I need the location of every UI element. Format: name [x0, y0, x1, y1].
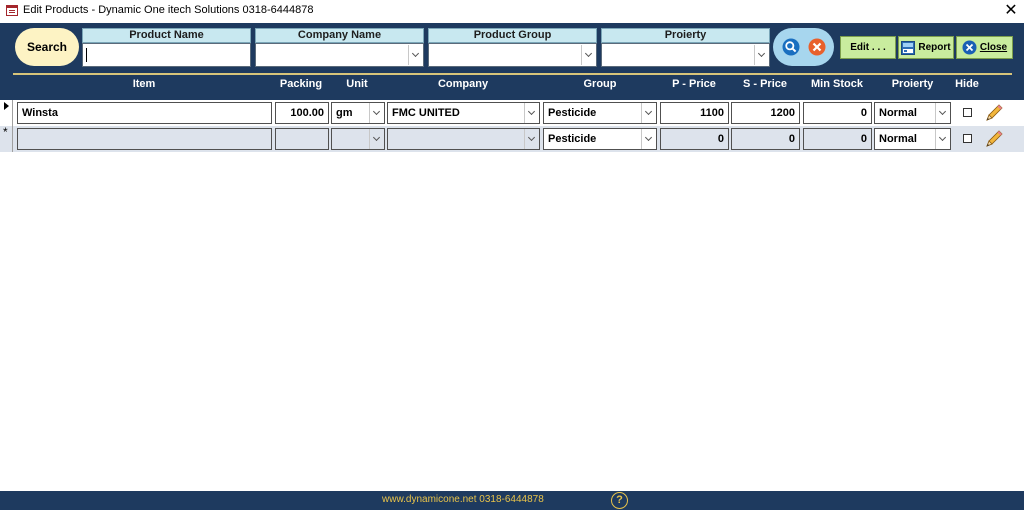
pencil-icon[interactable] [984, 129, 1004, 149]
priority-label: Proierty [601, 28, 770, 43]
window-title: Edit Products - Dynamic One itech Soluti… [23, 4, 314, 16]
company-name-combo[interactable] [255, 43, 424, 67]
report-icon [901, 40, 916, 55]
unit-combo[interactable] [331, 128, 385, 150]
unit-combo[interactable]: gm [331, 102, 385, 124]
pencil-icon[interactable] [984, 103, 1004, 123]
group-combo[interactable]: Pesticide [543, 102, 657, 124]
chevron-down-icon[interactable] [524, 103, 538, 123]
company-combo[interactable] [387, 128, 540, 150]
company-name-filter: Company Name [255, 28, 424, 68]
search-actions [773, 28, 834, 66]
product-group-filter: Product Group [428, 28, 597, 68]
s-price-cell[interactable]: 1200 [731, 102, 800, 124]
col-header-item: Item [132, 78, 156, 90]
priority-value: Normal [879, 133, 917, 145]
packing-cell[interactable] [275, 128, 329, 150]
s-price-cell[interactable]: 0 [731, 128, 800, 150]
group-value: Pesticide [548, 107, 597, 119]
chevron-down-icon[interactable] [641, 103, 655, 123]
p-price-cell[interactable]: 1100 [660, 102, 729, 124]
status-footer: www.dynamicone.net 0318-6444878 ? [0, 491, 1024, 510]
edit-button[interactable]: Edit . . . [840, 36, 896, 59]
form-icon [6, 5, 18, 16]
window-close-button[interactable]: ✕ [1002, 1, 1020, 21]
table-row: Winsta 100.00 gm FMC UNITED Pesticide 11… [0, 100, 1024, 126]
col-header-p-price: P - Price [672, 78, 716, 90]
col-header-hide: Hide [955, 78, 979, 90]
priority-combo[interactable]: Normal [874, 128, 951, 150]
min-stock-cell[interactable]: 0 [803, 128, 872, 150]
item-cell[interactable]: Winsta [17, 102, 272, 124]
priority-value: Normal [879, 107, 917, 119]
report-button[interactable]: Report [898, 36, 954, 59]
current-record-icon [4, 102, 9, 110]
search-header: Search Product Name Company Name Product… [0, 23, 1024, 100]
col-header-min-stock: Min Stock [811, 78, 863, 90]
priority-combo[interactable] [601, 43, 770, 67]
close-button[interactable]: Close [956, 36, 1013, 59]
col-header-company: Company [437, 78, 489, 90]
hide-checkbox[interactable] [963, 108, 972, 117]
min-stock-cell[interactable]: 0 [803, 102, 872, 124]
unit-value: gm [336, 107, 353, 119]
product-name-input[interactable] [82, 43, 251, 67]
chevron-down-icon[interactable] [408, 45, 422, 65]
chevron-down-icon[interactable] [935, 129, 949, 149]
close-icon [962, 40, 977, 55]
product-group-label: Product Group [428, 28, 597, 43]
chevron-down-icon[interactable] [754, 45, 768, 65]
product-name-label: Product Name [82, 28, 251, 43]
company-name-label: Company Name [255, 28, 424, 43]
item-cell[interactable] [17, 128, 272, 150]
col-header-packing: Packing [279, 78, 323, 90]
report-button-label: Report [918, 42, 951, 53]
record-selector[interactable] [0, 100, 13, 126]
company-value: FMC UNITED [392, 107, 460, 119]
title-bar: Edit Products - Dynamic One itech Soluti… [0, 0, 1024, 23]
record-selector[interactable]: * [0, 126, 13, 152]
priority-filter: Proierty [601, 28, 770, 68]
search-icon[interactable] [782, 38, 800, 56]
chevron-down-icon[interactable] [524, 129, 538, 149]
edit-button-label: Edit . . . [850, 42, 886, 53]
chevron-down-icon[interactable] [369, 103, 383, 123]
col-header-s-price: S - Price [742, 78, 788, 90]
footer-website: www.dynamicone.net 0318-6444878 [382, 494, 544, 505]
header-divider [13, 73, 1012, 75]
packing-cell[interactable]: 100.00 [275, 102, 329, 124]
col-header-priority: Proierty [891, 78, 934, 90]
col-header-unit: Unit [346, 78, 368, 90]
close-button-label: Close [979, 42, 1008, 53]
group-combo[interactable]: Pesticide [543, 128, 657, 150]
chevron-down-icon[interactable] [369, 129, 383, 149]
group-value: Pesticide [548, 133, 597, 145]
table-row: * Pesticide 0 0 0 Normal [0, 126, 1024, 152]
priority-combo[interactable]: Normal [874, 102, 951, 124]
search-label: Search [15, 28, 79, 66]
text-cursor [86, 48, 87, 62]
chevron-down-icon[interactable] [935, 103, 949, 123]
chevron-down-icon[interactable] [641, 129, 655, 149]
clear-icon[interactable] [808, 38, 826, 56]
new-record-icon: * [3, 125, 8, 139]
product-group-combo[interactable] [428, 43, 597, 67]
hide-checkbox[interactable] [963, 134, 972, 143]
product-name-filter: Product Name [82, 28, 251, 68]
help-icon[interactable]: ? [611, 492, 628, 509]
company-combo[interactable]: FMC UNITED [387, 102, 540, 124]
chevron-down-icon[interactable] [581, 45, 595, 65]
p-price-cell[interactable]: 0 [660, 128, 729, 150]
col-header-group: Group [583, 78, 617, 90]
